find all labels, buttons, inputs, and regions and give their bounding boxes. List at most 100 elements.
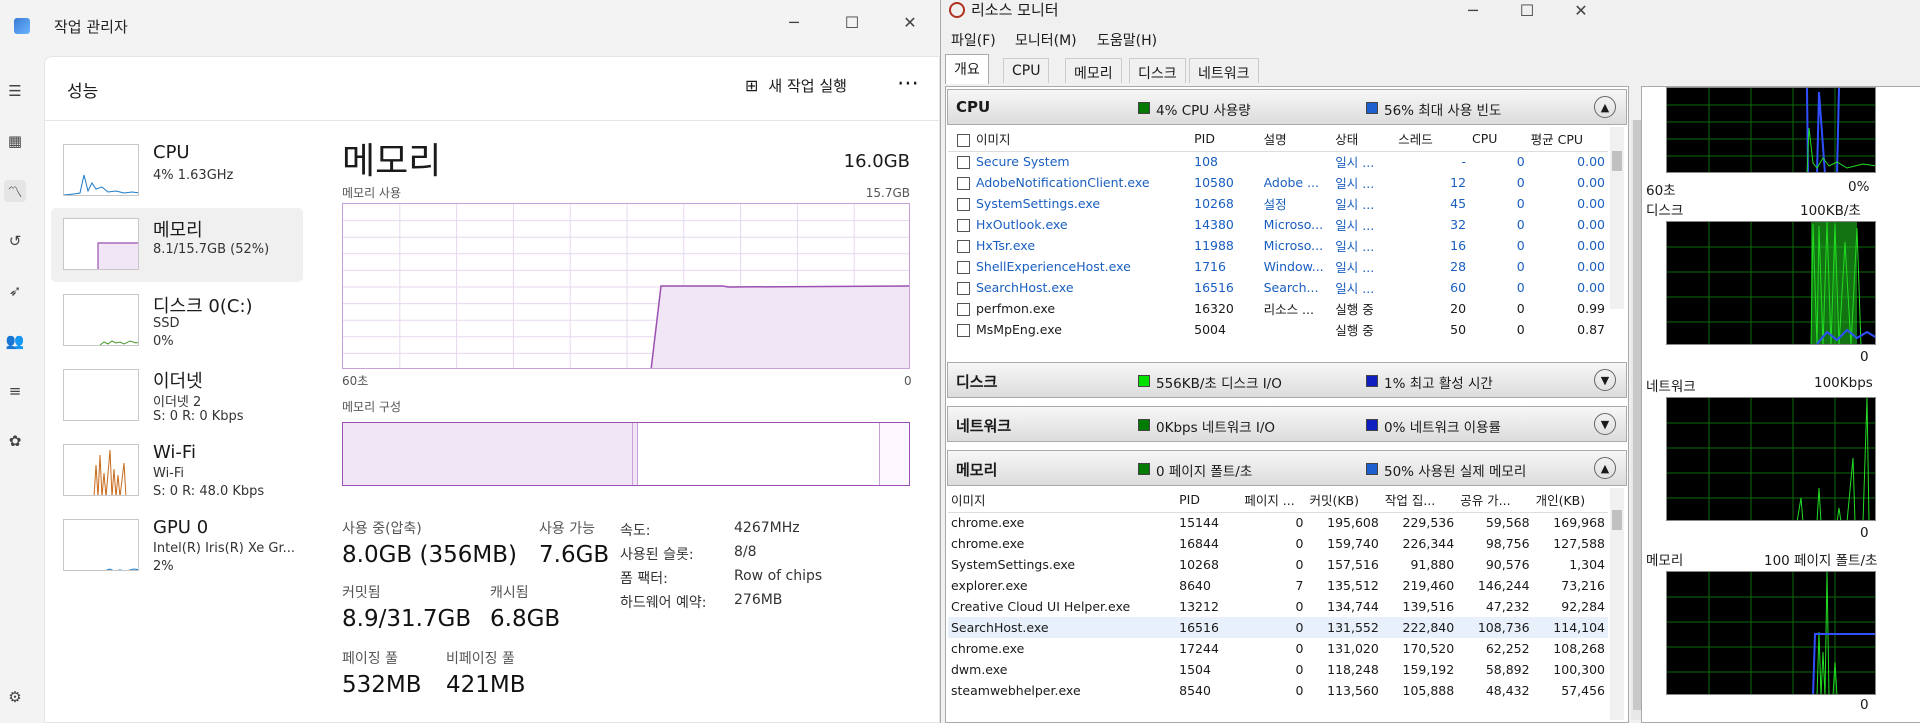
row-checkbox[interactable]: [957, 177, 970, 190]
table-row[interactable]: dwm.exe 1504 0 118,248 159,192 58,892 100,300: [948, 659, 1608, 680]
free-segment[interactable]: [879, 423, 909, 485]
perf-item-gpu[interactable]: GPU 0 Intel(R) Iris(R) Xe Gr... 2%: [51, 509, 303, 583]
table-row[interactable]: chrome.exe 17244 0 131,020 170,520 62,252 108,…: [948, 638, 1608, 659]
column-header[interactable]: PID: [1191, 127, 1261, 152]
column-header[interactable]: CPU: [1469, 127, 1528, 152]
maximize-button[interactable]: ☐: [832, 6, 872, 38]
memory-section-header[interactable]: 메모리 0 페이지 폴트/초 50% 사용된 실제 메모리 ▲: [947, 450, 1627, 486]
row-checkbox[interactable]: [957, 198, 970, 211]
table-cell: 0: [1295, 515, 1304, 531]
scrollbar-thumb[interactable]: [1612, 510, 1622, 530]
table-row[interactable]: SystemSettings.exe 10268 0 157,516 91,880 90,…: [948, 554, 1608, 575]
process-name: chrome.exe: [951, 515, 1025, 531]
in-use-value: 8.0GB (356MB): [342, 542, 517, 568]
table-cell: 일시 ...: [1335, 176, 1375, 191]
app-history-icon[interactable]: ↺: [4, 230, 26, 252]
tab-overview[interactable]: 개요: [945, 54, 989, 84]
table-row[interactable]: explorer.exe 8640 7 135,512 219,460 146,244 73…: [948, 575, 1608, 596]
table-row[interactable]: HxOutlook.exe 14380 Microso... 일시 ... 32 0 0.0…: [948, 214, 1608, 235]
memory-table-scrollbar[interactable]: [1610, 488, 1624, 720]
table-row[interactable]: steamwebhelper.exe 8540 0 113,560 105,888 48,…: [948, 680, 1608, 701]
row-checkbox[interactable]: [957, 240, 970, 253]
scrollbar-thumb[interactable]: [1612, 151, 1622, 171]
column-header[interactable]: 스레드: [1395, 127, 1470, 152]
users-icon[interactable]: 👥: [4, 330, 26, 352]
table-row[interactable]: HxTsr.exe 11988 Microso... 일시 ... 16 0 0.00: [948, 235, 1608, 256]
perf-item-ethernet[interactable]: 이더넷 이더넷 2 S: 0 R: 0 Kbps: [51, 359, 303, 433]
disk-section-header[interactable]: 디스크 556KB/초 디스크 I/O 1% 최고 활성 시간 ▼: [947, 362, 1627, 398]
network-section-header[interactable]: 네트워크 0Kbps 네트워크 I/O 0% 네트워크 이용률 ▼: [947, 406, 1627, 442]
row-checkbox[interactable]: [957, 156, 970, 170]
perf-item-cpu[interactable]: CPU 4% 1.63GHz: [51, 134, 303, 208]
column-header[interactable]: 작업 집...: [1381, 488, 1458, 513]
table-row[interactable]: chrome.exe 16844 0 159,740 226,344 98,756 127,…: [948, 533, 1608, 554]
table-cell: 48,432: [1485, 683, 1530, 698]
column-header[interactable]: 페이지 ...: [1241, 488, 1307, 513]
in-use-segment[interactable]: [343, 423, 633, 485]
column-label: 이미지: [976, 132, 1011, 148]
row-checkbox[interactable]: [957, 303, 970, 316]
tab-disk[interactable]: 디스크: [1129, 58, 1186, 83]
close-button[interactable]: ✕: [890, 6, 930, 38]
process-name: MsMpEng.exe: [976, 322, 1062, 337]
column-header[interactable]: 커밋(KB): [1306, 488, 1382, 513]
close-button[interactable]: ✕: [1561, 0, 1601, 26]
hamburger-menu-icon[interactable]: ☰: [4, 80, 26, 102]
tab-network[interactable]: 네트워크: [1189, 58, 1259, 83]
minimize-button[interactable]: ─: [1453, 0, 1493, 26]
column-header[interactable]: 개인(KB): [1532, 488, 1608, 513]
menu-file[interactable]: 파일(F): [951, 30, 996, 50]
table-row[interactable]: Creative Cloud UI Helper.exe 13212 0 134,74…: [948, 596, 1608, 617]
expand-chevron-icon[interactable]: ▼: [1594, 369, 1616, 391]
column-header[interactable]: 공유 가...: [1457, 488, 1533, 513]
expand-chevron-icon[interactable]: ▼: [1594, 413, 1616, 435]
services-icon[interactable]: ✿: [4, 430, 26, 452]
tab-memory[interactable]: 메모리: [1065, 58, 1122, 83]
column-header[interactable]: PID: [1176, 488, 1242, 513]
details-icon[interactable]: ≡: [4, 380, 26, 402]
perf-item-wifi[interactable]: Wi-Fi Wi-Fi S: 0 R: 48.0 Kbps: [51, 434, 303, 508]
column-header[interactable]: 상태: [1332, 127, 1396, 152]
perf-item-disk[interactable]: 디스크 0(C:) SSD 0%: [51, 284, 303, 358]
new-task-button[interactable]: ⊞ 새 작업 실행: [745, 75, 847, 96]
table-row[interactable]: MsMpEng.exe 5004 실행 중 50 0 0.87: [948, 319, 1608, 340]
select-all-checkbox[interactable]: [957, 134, 970, 148]
column-header[interactable]: 이미지: [948, 488, 1177, 513]
menu-help[interactable]: 도움말(H): [1097, 30, 1157, 50]
table-cell: 229,536: [1402, 515, 1455, 531]
collapse-chevron-icon[interactable]: ▲: [1594, 457, 1616, 479]
table-row[interactable]: Secure System 108 일시 ... - 0 0.00: [948, 151, 1608, 172]
row-checkbox[interactable]: [957, 324, 970, 337]
table-row[interactable]: SystemSettings.exe 10268 설정 일시 ... 45 0 0.00: [948, 193, 1608, 214]
perf-item-memory[interactable]: 메모리 8.1/15.7GB (52%): [51, 208, 303, 282]
process-name: SystemSettings.exe: [951, 557, 1076, 572]
perf-item-title: GPU 0: [153, 517, 209, 538]
settings-gear-icon[interactable]: ⚙: [4, 686, 26, 708]
column-header[interactable]: 평균 CPU: [1527, 127, 1608, 152]
collapse-chevron-icon[interactable]: ▲: [1594, 96, 1616, 118]
table-row[interactable]: chrome.exe 15144 0 195,608 229,536 59,568 169,…: [948, 512, 1608, 533]
row-checkbox[interactable]: [957, 261, 970, 274]
menu-monitor[interactable]: 모니터(M): [1015, 30, 1077, 50]
table-cell: 7: [1295, 578, 1304, 593]
modified-segment[interactable]: [633, 423, 638, 485]
table-row[interactable]: SearchHost.exe 16516 0 131,552 222,840 108,73…: [948, 617, 1608, 638]
cpu-table-scrollbar[interactable]: [1610, 127, 1624, 309]
processes-icon[interactable]: ▦: [4, 130, 26, 152]
table-row[interactable]: AdobeNotificationClient.exe 10580 Adobe ..…: [948, 172, 1608, 193]
tab-cpu[interactable]: CPU: [1003, 58, 1050, 83]
table-row[interactable]: ShellExperienceHost.exe 1716 Window... 일시 .…: [948, 256, 1608, 277]
row-checkbox[interactable]: [957, 219, 970, 232]
row-checkbox[interactable]: [957, 282, 970, 295]
more-options-button[interactable]: ⋯: [897, 71, 920, 96]
maximize-button[interactable]: ☐: [1507, 0, 1547, 26]
table-row[interactable]: SearchHost.exe 16516 Search... 일시 ... 60 0 0.0…: [948, 277, 1608, 298]
column-header[interactable]: 이미지: [948, 127, 1192, 152]
nonpaged-pool-value: 421MB: [446, 672, 526, 698]
performance-icon[interactable]: 〽: [4, 180, 26, 202]
cpu-section-header[interactable]: CPU 4% CPU 사용량 56% 최대 사용 빈도 ▲: [947, 89, 1627, 125]
startup-apps-icon[interactable]: ➶: [4, 280, 26, 302]
column-header[interactable]: 설명: [1260, 127, 1333, 152]
table-row[interactable]: perfmon.exe 16320 리소스 ... 실행 중 20 0 0.99: [948, 298, 1608, 319]
minimize-button[interactable]: ─: [774, 6, 814, 38]
